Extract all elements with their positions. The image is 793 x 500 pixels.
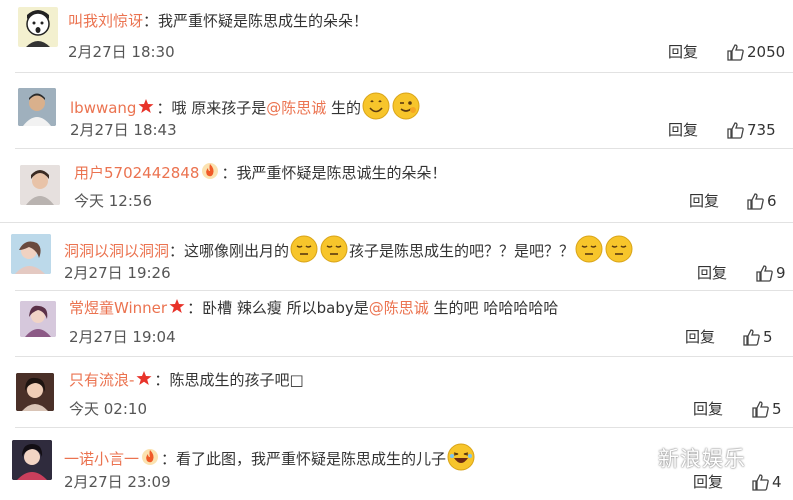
thumbs-up-icon	[743, 329, 760, 346]
like-count: 4	[772, 473, 782, 491]
like-count: 735	[747, 121, 776, 139]
comment-text: 哦 原来孩子是	[171, 99, 267, 117]
wechat-icon	[622, 445, 651, 468]
smile-emoji-icon	[362, 92, 390, 125]
username-link[interactable]: 只有流浪-	[69, 371, 134, 389]
fire-badge-icon	[201, 162, 219, 185]
laugh-emoji-icon	[447, 443, 475, 476]
username-link[interactable]: lbwwang	[70, 99, 136, 117]
timestamp: 2月27日 19:04	[69, 328, 176, 346]
username-link[interactable]: 叫我刘惊讶	[68, 12, 143, 30]
separator: ：	[161, 450, 177, 468]
reply-button[interactable]: 回复	[693, 472, 723, 492]
comment-row: 叫我刘惊讶：我严重怀疑是陈思成生的朵朵！ 2月27日 18:30 回复 2050	[0, 0, 793, 70]
reply-button[interactable]: 回复	[685, 327, 715, 347]
like-button[interactable]: 4	[752, 472, 782, 492]
separator: ：	[221, 164, 237, 182]
watermark: 新浪娱乐	[622, 443, 746, 473]
comment-row: 常煜童Winner ：卧槽 辣么瘦 所以baby是@陈思诚 生的吧 哈哈哈哈哈 2…	[0, 291, 793, 353]
comment-row: 用户5702442848 ：我严重怀疑是陈思诚生的朵朵！ 今天 12:56 回复 …	[0, 149, 793, 221]
like-button[interactable]: 5	[752, 399, 782, 419]
comment-text: 生的	[326, 99, 362, 117]
avatar[interactable]	[11, 234, 51, 274]
username-link[interactable]: 用户5702442848	[74, 164, 199, 182]
username-link[interactable]: 一诺小言一	[64, 450, 139, 468]
like-button[interactable]: 9	[756, 263, 786, 283]
mention-link[interactable]: @陈思诚	[266, 99, 326, 117]
thumbs-up-icon	[756, 265, 773, 282]
avatar[interactable]	[18, 7, 58, 47]
like-button[interactable]: 2050	[727, 42, 785, 62]
sleepy-emoji-icon	[320, 235, 348, 268]
fire-badge-icon	[141, 448, 159, 471]
avatar[interactable]	[16, 373, 54, 411]
comment-text: 生的吧 哈哈哈哈哈	[428, 299, 559, 317]
separator: ：	[143, 12, 159, 30]
like-count: 9	[776, 264, 786, 282]
comment-text: 我严重怀疑是陈思成生的朵朵！	[158, 12, 369, 30]
thumbs-up-icon	[727, 44, 744, 61]
like-count: 2050	[747, 43, 786, 61]
separator: ：	[187, 299, 203, 317]
comment-text: 我严重怀疑是陈思诚生的朵朵！	[236, 164, 447, 182]
comment-line: 叫我刘惊讶：我严重怀疑是陈思成生的朵朵！	[68, 11, 368, 31]
comment-text: 孩子是陈思成生的吧？？是吧？？	[349, 242, 575, 260]
username-link[interactable]: 洞洞以洞以洞洞	[64, 242, 169, 260]
comment-row: lbwwang ：哦 原来孩子是@陈思诚 生的 2月27日 18:43 回复 73…	[0, 73, 793, 145]
thumbs-up-icon	[747, 193, 764, 210]
separator: ：	[156, 99, 172, 117]
like-count: 6	[767, 192, 777, 210]
mention-link[interactable]: @陈思诚	[369, 299, 429, 317]
timestamp: 2月27日 23:09	[64, 473, 171, 491]
star-badge-icon	[136, 370, 152, 391]
like-count: 5	[763, 328, 773, 346]
like-count: 5	[772, 400, 782, 418]
reply-button[interactable]: 回复	[697, 263, 727, 283]
timestamp: 2月27日 18:30	[68, 43, 175, 61]
avatar[interactable]	[12, 440, 52, 480]
separator: ：	[169, 242, 185, 260]
avatar[interactable]	[20, 165, 60, 205]
comment-text: 看了此图，我严重怀疑是陈思成生的儿子	[176, 450, 447, 468]
reply-button[interactable]: 回复	[668, 42, 698, 62]
thumbs-up-icon	[727, 122, 744, 139]
comment-text: 这哪像刚出月的	[184, 242, 290, 260]
comment-line: 常煜童Winner ：卧槽 辣么瘦 所以baby是@陈思诚 生的吧 哈哈哈哈哈	[69, 298, 558, 319]
username-link[interactable]: 常煜童Winner	[69, 299, 167, 317]
star-badge-icon	[169, 298, 185, 319]
sleepy-emoji-icon	[290, 235, 318, 268]
comment-line: 用户5702442848 ：我严重怀疑是陈思诚生的朵朵！	[74, 162, 446, 185]
like-button[interactable]: 6	[747, 191, 777, 211]
timestamp: 今天 12:56	[74, 192, 152, 210]
like-button[interactable]: 5	[743, 327, 773, 347]
sleepy-emoji-icon	[575, 235, 603, 268]
comment-line: 只有流浪- ：陈思成生的孩子吧□	[69, 370, 304, 391]
avatar[interactable]	[18, 88, 56, 126]
separator: ：	[154, 371, 170, 389]
thumbs-up-icon	[752, 474, 769, 491]
like-button[interactable]: 735	[727, 120, 776, 140]
comment-text: 陈思成生的孩子吧□	[169, 371, 304, 389]
timestamp: 今天 02:10	[69, 400, 147, 418]
reply-button[interactable]: 回复	[689, 191, 719, 211]
timestamp: 2月27日 19:26	[64, 264, 171, 282]
watermark-text: 新浪娱乐	[658, 447, 746, 471]
comment-text: 卧槽 辣么瘦 所以baby是	[202, 299, 369, 317]
sleepy-emoji-icon	[605, 235, 633, 268]
timestamp: 2月27日 18:43	[70, 121, 177, 139]
reply-button[interactable]: 回复	[693, 399, 723, 419]
star-badge-icon	[138, 98, 154, 119]
reply-button[interactable]: 回复	[668, 120, 698, 140]
thumbs-up-icon	[752, 401, 769, 418]
comment-row: 洞洞以洞以洞洞：这哪像刚出月的 孩子是陈思成生的吧？？是吧？？ 2月27日 19:…	[0, 223, 793, 295]
wink-emoji-icon	[392, 92, 420, 125]
comment-row: 只有流浪- ：陈思成生的孩子吧□ 今天 02:10 回复 5	[0, 357, 793, 427]
avatar[interactable]	[20, 301, 56, 337]
